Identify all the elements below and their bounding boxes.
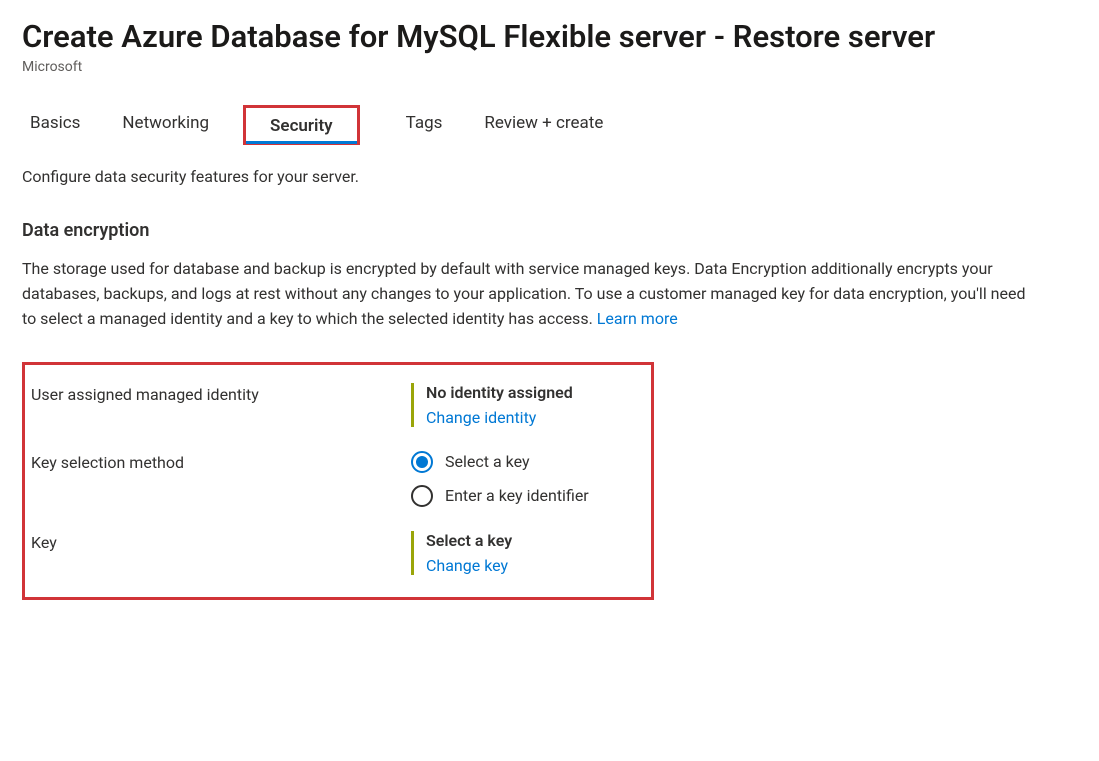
key-label: Key xyxy=(31,531,411,552)
identity-label: User assigned managed identity xyxy=(31,383,411,404)
key-row: Key Select a key Change key xyxy=(31,531,633,575)
identity-row: User assigned managed identity No identi… xyxy=(31,383,633,427)
radio-label: Enter a key identifier xyxy=(445,486,589,505)
key-method-options: Select a key Enter a key identifier xyxy=(411,451,633,507)
radio-icon xyxy=(411,451,433,473)
page-title: Create Azure Database for MySQL Flexible… xyxy=(22,18,1077,55)
radio-select-a-key[interactable]: Select a key xyxy=(411,451,633,473)
key-method-label: Key selection method xyxy=(31,451,411,472)
tab-security[interactable]: Security xyxy=(243,105,360,145)
tab-networking[interactable]: Networking xyxy=(114,103,217,143)
radio-enter-key-identifier[interactable]: Enter a key identifier xyxy=(411,485,633,507)
key-method-row: Key selection method Select a key Enter … xyxy=(31,451,633,507)
tab-basics[interactable]: Basics xyxy=(22,103,88,143)
page-subtitle: Microsoft xyxy=(22,59,1077,75)
encryption-settings-panel: User assigned managed identity No identi… xyxy=(22,362,654,600)
tabs-bar: Basics Networking Security Tags Review +… xyxy=(22,103,1077,143)
change-key-link[interactable]: Change key xyxy=(426,556,633,575)
key-value: Select a key xyxy=(426,531,633,550)
tab-review-create[interactable]: Review + create xyxy=(476,103,611,143)
data-encryption-desc-text: The storage used for database and backup… xyxy=(22,259,1026,328)
data-encryption-heading: Data encryption xyxy=(22,220,1077,241)
data-encryption-description: The storage used for database and backup… xyxy=(22,257,1042,331)
tab-tags[interactable]: Tags xyxy=(398,103,451,143)
security-intro: Configure data security features for you… xyxy=(22,167,1077,186)
key-value-block: Select a key Change key xyxy=(411,531,633,575)
change-identity-link[interactable]: Change identity xyxy=(426,408,633,427)
radio-label: Select a key xyxy=(445,452,530,471)
identity-value-block: No identity assigned Change identity xyxy=(411,383,633,427)
identity-value: No identity assigned xyxy=(426,383,633,402)
learn-more-link[interactable]: Learn more xyxy=(597,309,678,328)
radio-icon xyxy=(411,485,433,507)
